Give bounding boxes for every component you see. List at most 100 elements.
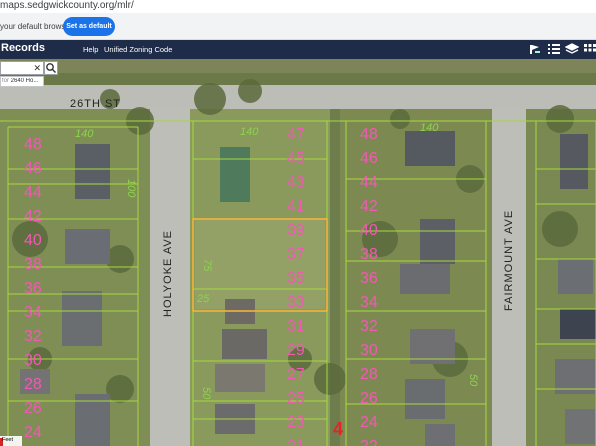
- lot-number-center: 33: [287, 294, 305, 311]
- lot-number-center: 41: [287, 198, 305, 215]
- dimension-label: 50: [467, 374, 479, 387]
- lot-number-east: 36: [360, 270, 378, 287]
- set-as-default-button[interactable]: Set as default: [63, 17, 115, 36]
- dimension-label: 140: [420, 122, 439, 134]
- lot-number-center: 27: [287, 366, 305, 383]
- lot-number-center: 35: [287, 270, 305, 287]
- house-roof: [220, 147, 250, 202]
- lot-number-east: 28: [360, 366, 378, 383]
- tree-canopy: [542, 211, 578, 247]
- lot-number-west: 32: [24, 328, 42, 345]
- lot-number-east: 26: [360, 390, 378, 407]
- house-roof: [565, 409, 595, 444]
- north-strip: [0, 59, 596, 73]
- dimension-label: 140: [75, 128, 94, 140]
- lot-number-center: 47: [287, 126, 305, 143]
- lot-number-west: 40: [24, 232, 42, 249]
- search-input[interactable]: [1, 62, 33, 74]
- app-header: Records Help Unified Zoning Code: [0, 40, 596, 59]
- dimension-label: 25: [196, 293, 210, 305]
- lot-number-center: 39: [287, 222, 305, 239]
- lot-number-center: 31: [287, 318, 305, 335]
- lot-number-center: 21: [287, 438, 305, 446]
- block-number-label: 4: [333, 419, 343, 439]
- lot-number-west: 36: [24, 280, 42, 297]
- lot-number-east: 42: [360, 198, 378, 215]
- house-roof: [75, 144, 110, 199]
- lot-number-west: 24: [24, 424, 42, 441]
- lot-number-west: 44: [24, 184, 42, 201]
- tree-canopy: [314, 363, 346, 395]
- aerial-map-canvas[interactable]: 26TH ST HOLYOKE AVE FAIRMOUNT AVE 140 140…: [0, 59, 596, 446]
- dimension-label: 100: [125, 179, 137, 198]
- lot-number-west: 26: [24, 400, 42, 417]
- lot-number-center: 29: [287, 342, 305, 359]
- suggestion-text[interactable]: for 2640 Ho...: [2, 78, 44, 84]
- address-bar[interactable]: maps.sedgwickcounty.org/mlr/: [0, 0, 596, 13]
- list-icon[interactable]: [547, 42, 561, 56]
- house-roof: [420, 219, 455, 264]
- street-label-fairmount-ave: FAIRMOUNT AVE: [503, 210, 515, 311]
- street-label-26th-st: 26TH ST: [70, 98, 121, 110]
- lot-number-east: 48: [360, 126, 378, 143]
- lot-number-west: 48: [24, 136, 42, 153]
- app-title: Records: [1, 42, 46, 54]
- lot-number-east: 30: [360, 342, 378, 359]
- lot-number-east: 34: [360, 294, 378, 311]
- search-suggestion[interactable]: for 2640 Ho...: [0, 76, 44, 87]
- lot-number-center: 37: [287, 246, 305, 263]
- suggestion-address[interactable]: 2640 Ho...: [11, 78, 39, 84]
- search-button[interactable]: [44, 61, 58, 75]
- house-roof: [65, 229, 110, 264]
- lot-number-center: 45: [287, 150, 305, 167]
- lot-number-west: 46: [24, 160, 42, 177]
- house-roof: [75, 394, 110, 446]
- lot-number-east: 40: [360, 222, 378, 239]
- tree-canopy: [546, 105, 574, 133]
- lot-number-west: 42: [24, 208, 42, 225]
- house-roof: [62, 291, 102, 346]
- street-label-holyoke-ave: HOLYOKE AVE: [162, 230, 174, 317]
- clear-search-icon[interactable]: ✕: [33, 62, 41, 74]
- map-scale-bar: Feet: [0, 436, 22, 446]
- lot-number-east: 24: [360, 414, 378, 431]
- lot-number-east: 32: [360, 318, 378, 335]
- lot-number-west: 34: [24, 304, 42, 321]
- lot-number-center: 23: [287, 414, 305, 431]
- lot-number-center: 25: [287, 390, 305, 407]
- house-roof: [215, 364, 265, 392]
- address-search-box[interactable]: ✕: [0, 61, 44, 75]
- dimension-label: 50: [200, 387, 212, 400]
- tree-canopy: [106, 375, 134, 403]
- url-text[interactable]: maps.sedgwickcounty.org/mlr/: [0, 0, 134, 11]
- legend-icon[interactable]: [528, 42, 542, 56]
- unified-zoning-code-link[interactable]: Unified Zoning Code: [104, 45, 172, 54]
- tree-canopy: [106, 245, 134, 273]
- house-roof: [560, 309, 596, 339]
- lot-number-east: 38: [360, 246, 378, 263]
- house-roof: [558, 259, 593, 294]
- house-roof: [560, 134, 588, 189]
- search-icon: [46, 63, 56, 73]
- dimension-label: 75: [201, 259, 213, 272]
- infobar-message: your default browser: [0, 22, 73, 31]
- lot-number-east: 44: [360, 174, 378, 191]
- tree-canopy: [390, 109, 410, 129]
- layers-icon[interactable]: [565, 42, 579, 56]
- yard-patch: [195, 219, 325, 309]
- house-roof: [222, 329, 267, 359]
- lot-number-center: 43: [287, 174, 305, 191]
- house-roof: [425, 424, 455, 446]
- suggestion-prefix: for: [2, 78, 11, 84]
- tree-canopy: [238, 79, 262, 103]
- dimension-label: 140: [240, 126, 259, 138]
- help-link[interactable]: Help: [83, 45, 98, 54]
- map-view[interactable]: 26TH ST HOLYOKE AVE FAIRMOUNT AVE 140 140…: [0, 59, 596, 446]
- lot-number-east: 22: [360, 438, 378, 446]
- lot-number-east: 46: [360, 150, 378, 167]
- house-roof: [405, 131, 455, 166]
- house-roof: [405, 379, 445, 419]
- lot-number-west: 38: [24, 256, 42, 273]
- grid-icon[interactable]: [583, 42, 596, 56]
- lot-number-west: 28: [24, 376, 42, 393]
